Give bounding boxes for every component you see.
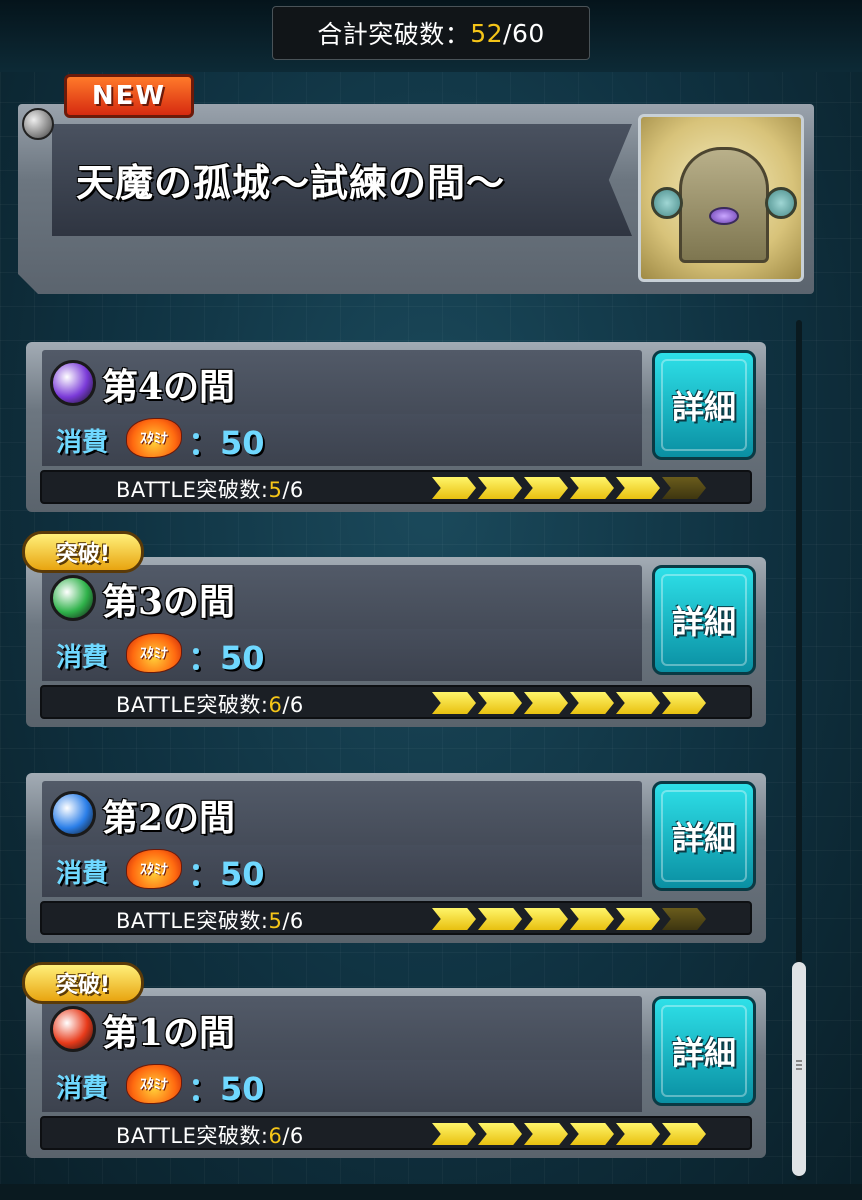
progress-chevron	[616, 692, 660, 714]
progress-chevron	[570, 477, 614, 499]
progress-chevron	[570, 1123, 614, 1145]
progress-chevron	[524, 1123, 568, 1145]
top-bar: 合計突破数： 52 / 60	[0, 0, 862, 72]
progress-chevron	[662, 477, 706, 499]
progress-chevron	[570, 692, 614, 714]
battle-progress-text: BATTLE突破数:6/6	[116, 689, 304, 719]
stage-title: 第1の間	[102, 1012, 236, 1054]
scrollbar-thumb[interactable]	[792, 962, 806, 1176]
gate-ornament-right	[765, 187, 797, 219]
battle-progress-text: BATTLE突破数:5/6	[116, 474, 304, 504]
battle-total: /6	[282, 478, 304, 502]
scroll-grip-icon	[796, 1060, 802, 1062]
total-breakthrough-counter: 合計突破数： 52 / 60	[272, 6, 590, 60]
bottom-edge	[0, 1184, 862, 1200]
gate-ornament-left	[651, 187, 683, 219]
detail-label: 詳細	[671, 603, 736, 641]
element-water-icon	[50, 791, 96, 837]
bolt-icon	[22, 108, 54, 140]
battle-current: 6	[268, 693, 283, 717]
cost-label: 消費	[56, 643, 109, 673]
cost-label: 消費	[56, 1074, 109, 1104]
progress-chevron	[478, 1123, 522, 1145]
element-dark-icon	[50, 360, 96, 406]
stamina-icon: ｽﾀﾐﾅ	[126, 849, 182, 889]
new-badge: NEW	[64, 74, 194, 118]
detail-label: 詳細	[671, 819, 736, 857]
cost-label: 消費	[56, 428, 109, 458]
battle-progress-text: BATTLE突破数:6/6	[116, 1120, 304, 1150]
battle-total: /6	[282, 909, 304, 933]
battle-current: 5	[268, 478, 283, 502]
element-fire-icon	[50, 1006, 96, 1052]
progress-chevron	[616, 908, 660, 930]
battle-total: /6	[282, 693, 304, 717]
total-label: 合計突破数：	[317, 20, 471, 49]
progress-chevron	[524, 477, 568, 499]
stage-card[interactable]: 第4の間消費 ｽﾀﾐﾅ ：50 詳細 BATTLE突破数:5/6	[26, 342, 766, 512]
progress-chevrons	[432, 1123, 708, 1145]
battle-progress-text: BATTLE突破数:5/6	[116, 905, 304, 935]
progress-chevron	[570, 908, 614, 930]
total-current: 52	[470, 18, 504, 48]
battle-label: BATTLE突破数:	[116, 693, 269, 717]
progress-chevrons	[432, 908, 708, 930]
stamina-icon: ｽﾀﾐﾅ	[126, 633, 182, 673]
progress-chevron	[432, 908, 476, 930]
progress-chevron	[616, 1123, 660, 1145]
stage-title: 第2の間	[102, 797, 236, 839]
progress-chevron	[432, 477, 476, 499]
progress-chevron	[662, 692, 706, 714]
detail-label: 詳細	[671, 388, 736, 426]
progress-chevron	[524, 692, 568, 714]
cost-value: ：50	[188, 1070, 265, 1108]
total-sep: /	[503, 18, 512, 48]
progress-chevron	[478, 477, 522, 499]
battle-label: BATTLE突破数:	[116, 909, 269, 933]
detail-button[interactable]: 詳細	[652, 996, 756, 1106]
stamina-icon: ｽﾀﾐﾅ	[126, 1064, 182, 1104]
castle-gate-icon	[638, 114, 804, 282]
progress-chevron	[524, 908, 568, 930]
cost-label: 消費	[56, 859, 109, 889]
battle-current: 5	[268, 909, 283, 933]
progress-chevron	[478, 692, 522, 714]
total-max: 60	[511, 18, 545, 48]
progress-chevron	[662, 908, 706, 930]
progress-chevron	[478, 908, 522, 930]
stage-title: 第4の間	[102, 366, 236, 408]
cost-value: ：50	[188, 855, 265, 893]
gate-eye	[709, 207, 739, 225]
stage-card[interactable]: 第2の間消費 ｽﾀﾐﾅ ：50 詳細 BATTLE突破数:5/6	[26, 773, 766, 943]
progress-chevrons	[432, 692, 708, 714]
battle-label: BATTLE突破数:	[116, 1124, 269, 1148]
element-wood-icon	[50, 575, 96, 621]
breakthrough-badge: 突破!	[22, 531, 144, 573]
progress-chevron	[432, 692, 476, 714]
detail-button[interactable]: 詳細	[652, 781, 756, 891]
cost-value: ：50	[188, 639, 265, 677]
detail-button[interactable]: 詳細	[652, 565, 756, 675]
battle-current: 6	[268, 1124, 283, 1148]
stamina-icon: ｽﾀﾐﾅ	[126, 418, 182, 458]
progress-chevron	[432, 1123, 476, 1145]
breakthrough-badge: 突破!	[22, 962, 144, 1004]
stage-title: 第3の間	[102, 581, 236, 623]
detail-button[interactable]: 詳細	[652, 350, 756, 460]
gate-shape	[679, 147, 769, 263]
progress-chevron	[616, 477, 660, 499]
stage-card[interactable]: 第1の間消費 ｽﾀﾐﾅ ：50 詳細 BATTLE突破数:6/6 突破!	[22, 962, 766, 1158]
battle-label: BATTLE突破数:	[116, 478, 269, 502]
progress-chevrons	[432, 477, 708, 499]
stage-card[interactable]: 第3の間消費 ｽﾀﾐﾅ ：50 詳細 BATTLE突破数:6/6 突破!	[22, 531, 766, 727]
detail-label: 詳細	[671, 1034, 736, 1072]
quest-title: 天魔の孤城～試練の間～	[76, 160, 506, 205]
progress-chevron	[662, 1123, 706, 1145]
cost-value: ：50	[188, 424, 265, 462]
battle-total: /6	[282, 1124, 304, 1148]
